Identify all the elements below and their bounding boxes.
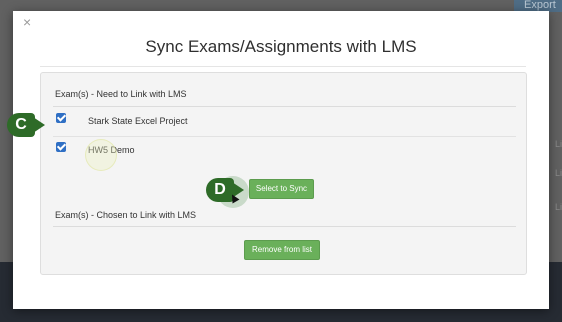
exam-list-item[interactable]: Stark State Excel Project (53, 109, 516, 136)
section-divider (53, 226, 516, 227)
step-marker-c: C (7, 113, 45, 137)
select-to-sync-button[interactable]: Select to Sync (249, 179, 314, 199)
remove-from-list-button[interactable]: Remove from list (244, 240, 320, 260)
title-divider (40, 66, 526, 67)
backdrop-side-text: Li (554, 139, 562, 149)
row-divider (53, 136, 516, 137)
sync-panel: Exam(s) - Need to Link with LMS Stark St… (40, 72, 527, 275)
need-link-section-label: Exam(s) - Need to Link with LMS (55, 89, 187, 99)
exam-checkbox[interactable] (56, 113, 66, 123)
backdrop-side-text: Li (554, 202, 562, 212)
dialog-title: Sync Exams/Assignments with LMS (145, 37, 417, 56)
exam-label: Stark State Excel Project (88, 116, 188, 126)
exam-checkbox[interactable] (56, 142, 66, 152)
click-highlight (85, 139, 117, 171)
sync-dialog: × Sync Exams/Assignments with LMS Exam(s… (13, 11, 549, 309)
chosen-link-section-label: Exam(s) - Chosen to Link with LMS (55, 210, 197, 220)
backdrop-side-text: Li (554, 168, 562, 178)
section-divider (53, 106, 516, 107)
close-icon[interactable]: × (23, 15, 31, 29)
exam-list-item[interactable]: HW5 Demo (53, 138, 516, 165)
